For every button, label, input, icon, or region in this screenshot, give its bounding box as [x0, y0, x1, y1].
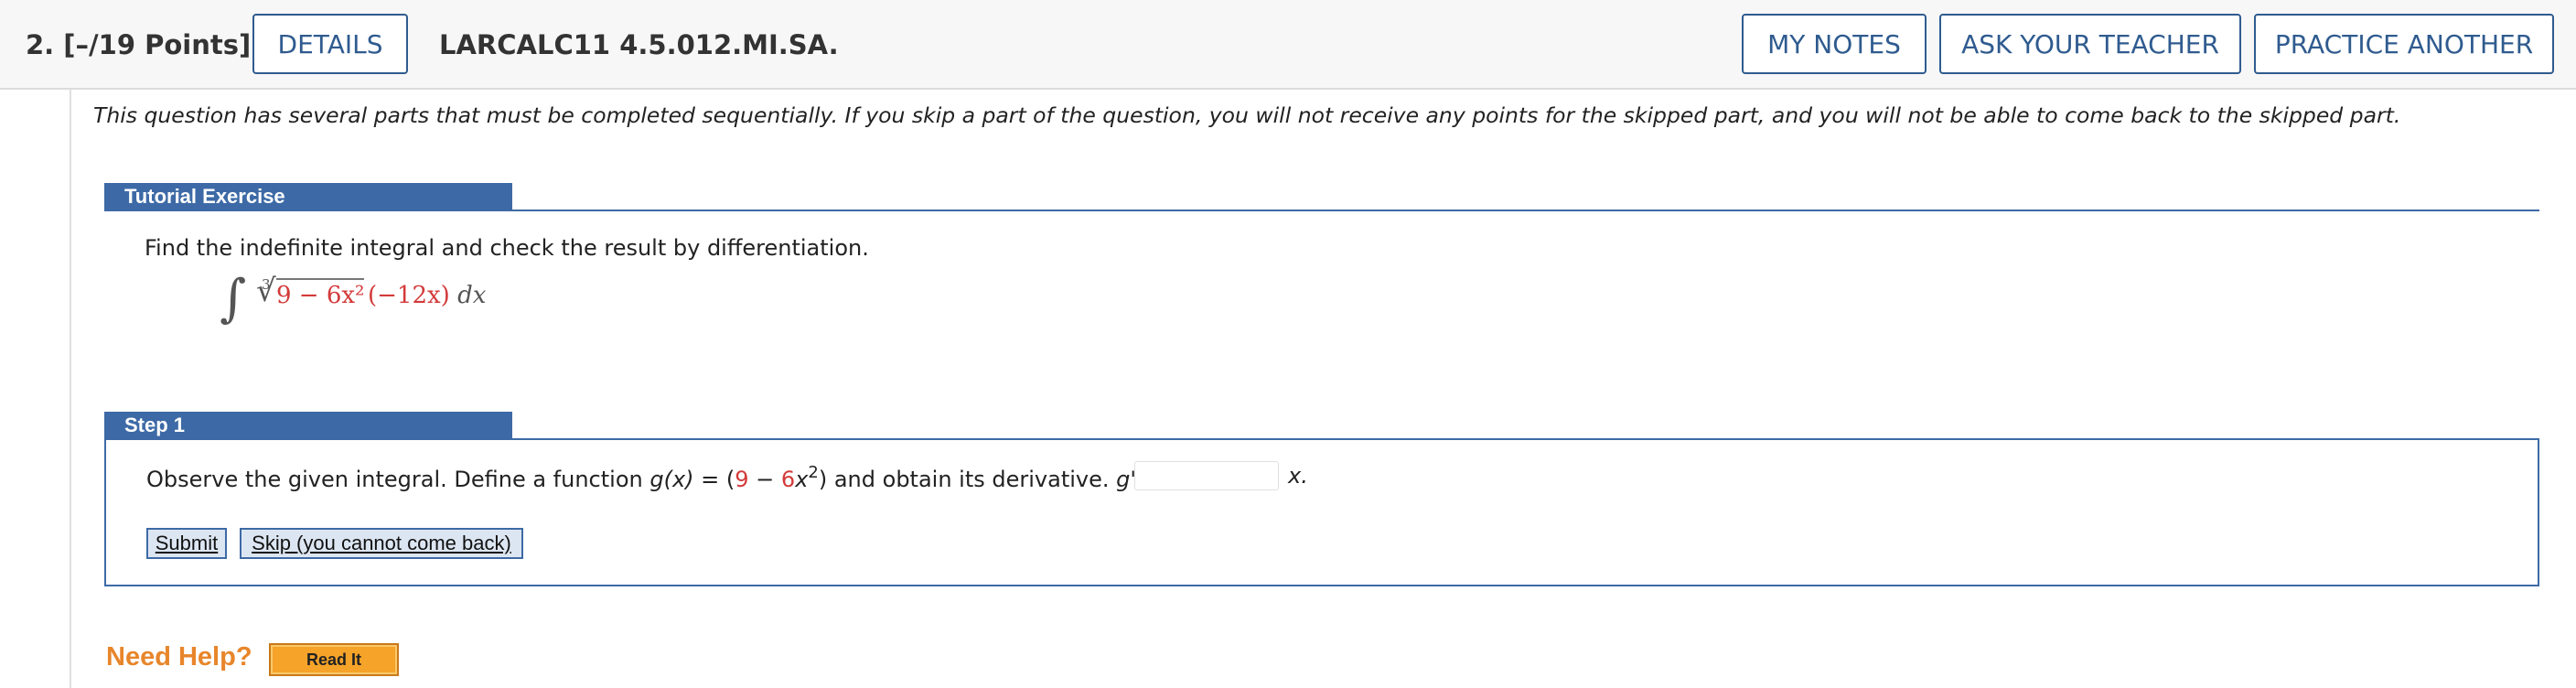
integral-sign: ∫ [220, 269, 247, 328]
tutorial-exercise-heading: Tutorial Exercise [104, 183, 512, 210]
step-1-instruction: Observe the given integral. Define a fun… [146, 463, 1192, 492]
question-id: LARCALC11 4.5.012.MI.SA. [439, 29, 839, 60]
need-help-label: Need Help? [106, 642, 252, 672]
tutorial-divider [104, 210, 2539, 211]
sequential-parts-notice: This question has several parts that mus… [93, 102, 2401, 128]
constant-nine: 9 [735, 467, 749, 492]
question-content-frame [70, 90, 2576, 688]
step-1-box [104, 438, 2539, 586]
differential: dx [449, 282, 487, 309]
my-notes-button[interactable]: MY NOTES [1742, 14, 1927, 74]
step-1-heading: Step 1 [104, 412, 512, 439]
coefficient-six: 6 [780, 467, 796, 492]
g-of-x: g(x) [649, 467, 694, 492]
practice-another-button[interactable]: PRACTICE ANOTHER [2254, 14, 2554, 74]
exercise-prompt: Find the indefinite integral and check t… [145, 235, 869, 261]
radical-sign: √ [256, 273, 276, 309]
submit-button[interactable]: Submit [146, 528, 227, 559]
derivative-answer-input[interactable] [1134, 461, 1279, 490]
details-button[interactable]: DETAILS [252, 14, 408, 74]
radicand: 9 − 6x² [276, 278, 365, 311]
exponent: 2 [808, 463, 819, 482]
answer-unit: x. [1288, 463, 1308, 489]
skip-button[interactable]: Skip (you cannot come back) [240, 528, 523, 559]
read-it-button[interactable]: Read It [269, 643, 399, 676]
integrand-tail: (−12x) dx [368, 280, 486, 311]
question-points-label: 2. [–/19 Points] [26, 29, 252, 60]
integrand-factor: (−12x) [368, 282, 450, 309]
question-header: 2. [–/19 Points] DETAILS LARCALC11 4.5.0… [0, 0, 2576, 90]
ask-your-teacher-button[interactable]: ASK YOUR TEACHER [1939, 14, 2241, 74]
